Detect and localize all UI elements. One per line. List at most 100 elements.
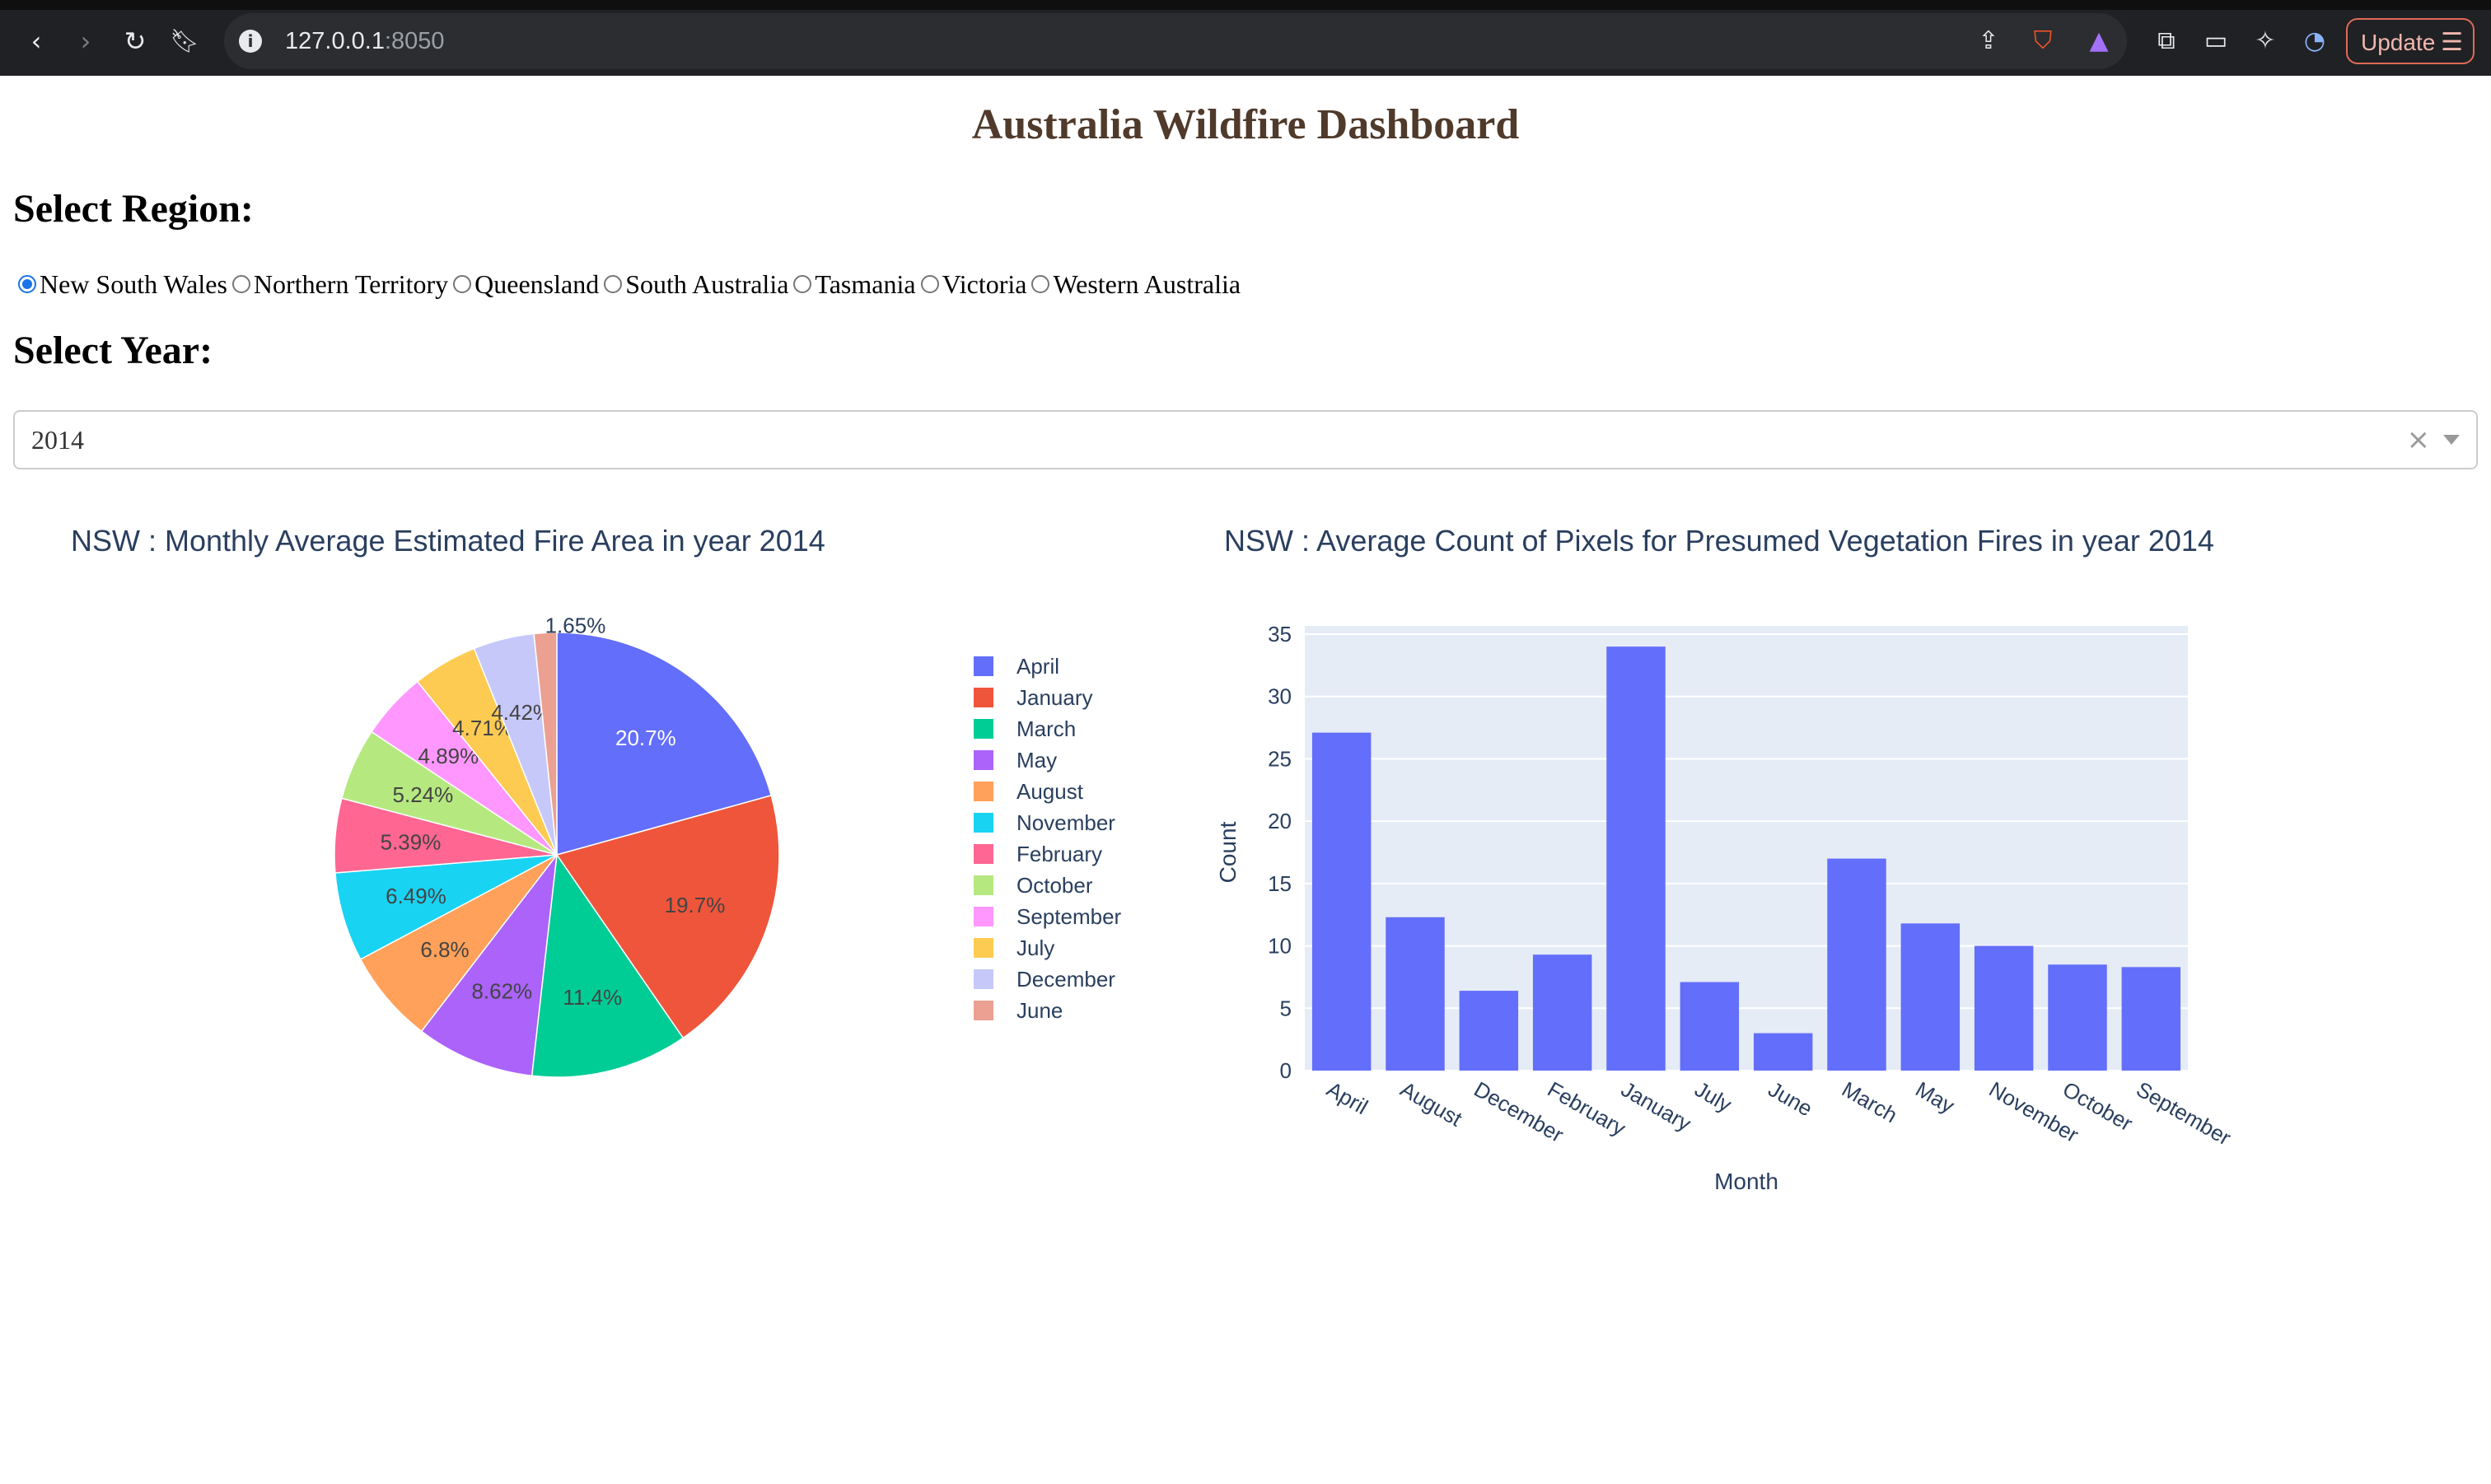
pie-data-label: 1.65% bbox=[545, 613, 606, 637]
radio-button[interactable] bbox=[1031, 275, 1050, 293]
region-option-label: Tasmania bbox=[815, 268, 916, 299]
pie-data-label: 20.7% bbox=[615, 726, 676, 750]
radio-button[interactable] bbox=[231, 275, 250, 293]
bar[interactable] bbox=[1974, 945, 2034, 1071]
profile-icon[interactable]: ◔ bbox=[2298, 25, 2331, 58]
pie-data-label: 5.24% bbox=[393, 782, 454, 807]
pie-data-label: 5.39% bbox=[381, 829, 442, 854]
radio-button[interactable] bbox=[920, 275, 939, 293]
legend-swatch[interactable] bbox=[974, 656, 993, 676]
x-tick-label: March bbox=[1838, 1076, 1902, 1127]
region-option-label: New South Wales bbox=[40, 268, 227, 299]
bar[interactable] bbox=[1532, 954, 1592, 1071]
year-heading: Select Year: bbox=[13, 329, 213, 372]
year-dropdown[interactable]: 2014 × bbox=[13, 410, 2478, 469]
back-icon[interactable]: ‹ bbox=[20, 25, 53, 58]
page-title: Australia Wildfire Dashboard bbox=[971, 101, 1520, 148]
legend-swatch[interactable] bbox=[974, 875, 993, 895]
legend-swatch[interactable] bbox=[974, 719, 993, 739]
legend-item[interactable]: June bbox=[1016, 998, 1063, 1023]
address-bar[interactable]: i 127.0.0.1:8050 ⇪ ⛉ ▲ bbox=[224, 13, 2127, 69]
region-radio-group: New South Wales Northern Territory Queensl… bbox=[18, 265, 1246, 303]
x-tick-label: September bbox=[2132, 1076, 2235, 1150]
radio-button[interactable] bbox=[453, 275, 472, 293]
legend-swatch[interactable] bbox=[974, 782, 993, 801]
site-info-icon[interactable]: i bbox=[239, 30, 262, 53]
bar[interactable] bbox=[1900, 923, 1961, 1071]
forward-icon[interactable]: › bbox=[69, 25, 102, 58]
brave-shield-icon[interactable]: ⛉ bbox=[2026, 25, 2059, 58]
menu-icon[interactable]: ☰ bbox=[2441, 20, 2463, 66]
x-tick-label: May bbox=[1911, 1076, 1959, 1118]
bar[interactable] bbox=[2121, 967, 2181, 1071]
bar[interactable] bbox=[1459, 991, 1519, 1071]
legend-item[interactable]: April bbox=[1016, 654, 1059, 679]
y-tick-label: 25 bbox=[1268, 746, 1292, 771]
leo-ai-icon[interactable]: ✧ bbox=[2249, 25, 2282, 58]
wallet-icon[interactable]: ▭ bbox=[2199, 25, 2232, 58]
legend-swatch[interactable] bbox=[974, 938, 993, 958]
pie-data-label: 11.4% bbox=[563, 985, 622, 1010]
bar[interactable] bbox=[1386, 917, 1445, 1071]
legend-swatch[interactable] bbox=[974, 813, 993, 833]
legend-item[interactable]: July bbox=[1016, 936, 1054, 960]
reload-icon[interactable]: ↻ bbox=[119, 25, 152, 58]
bar[interactable] bbox=[2048, 964, 2107, 1071]
region-option-label: Queensland bbox=[474, 268, 600, 299]
pie-data-label: 19.7% bbox=[665, 893, 726, 917]
legend-item[interactable]: November bbox=[1016, 810, 1115, 835]
bar[interactable] bbox=[1753, 1033, 1813, 1071]
radio-button[interactable] bbox=[604, 275, 623, 293]
chevron-down-icon[interactable] bbox=[2443, 435, 2460, 445]
legend-swatch[interactable] bbox=[974, 688, 993, 707]
legend-swatch[interactable] bbox=[974, 750, 993, 770]
bar[interactable] bbox=[1680, 982, 1740, 1071]
pie-data-label: 8.62% bbox=[471, 978, 532, 1003]
legend-item[interactable]: September bbox=[1016, 904, 1122, 929]
legend-item[interactable]: January bbox=[1016, 685, 1093, 710]
y-tick-label: 30 bbox=[1268, 684, 1292, 709]
radio-button[interactable] bbox=[18, 275, 36, 293]
region-option[interactable]: Queensland bbox=[453, 269, 599, 300]
region-option[interactable]: Tasmania bbox=[793, 268, 916, 300]
region-option[interactable]: Victoria bbox=[920, 269, 1026, 300]
pie-chart-title: NSW : Monthly Average Estimated Fire Are… bbox=[71, 524, 825, 558]
legend-item[interactable]: August bbox=[1016, 779, 1084, 804]
legend-swatch[interactable] bbox=[974, 1001, 993, 1020]
region-option[interactable]: Western Australia bbox=[1031, 269, 1241, 300]
pie-data-label: 6.8% bbox=[420, 937, 469, 962]
legend-swatch[interactable] bbox=[974, 844, 993, 864]
bar[interactable] bbox=[1311, 732, 1372, 1071]
year-dropdown-value: 2014 bbox=[31, 425, 84, 455]
x-axis-label: Month bbox=[1714, 1169, 1778, 1194]
y-tick-label: 20 bbox=[1268, 809, 1292, 833]
bar-chart-title: NSW : Average Count of Pixels for Presum… bbox=[1224, 524, 2214, 558]
radio-button[interactable] bbox=[793, 275, 812, 293]
bar[interactable] bbox=[1606, 646, 1666, 1071]
x-tick-label: July bbox=[1690, 1076, 1736, 1117]
legend-item[interactable]: March bbox=[1016, 716, 1076, 741]
region-option[interactable]: Northern Territory bbox=[231, 268, 449, 300]
share-icon[interactable]: ⇪ bbox=[1972, 25, 2005, 58]
legend-item[interactable]: October bbox=[1016, 873, 1093, 898]
region-option-label: Northern Territory bbox=[253, 268, 449, 299]
clear-icon[interactable]: × bbox=[2407, 423, 2431, 456]
extensions-icon[interactable]: ⧉ bbox=[2150, 25, 2183, 58]
x-tick-label: January bbox=[1617, 1076, 1695, 1136]
legend-swatch[interactable] bbox=[974, 907, 993, 926]
brave-rewards-icon[interactable]: ▲ bbox=[2082, 25, 2115, 58]
x-tick-label: June bbox=[1764, 1076, 1817, 1121]
pie-chart[interactable]: 20.7%19.7%11.4%8.62%6.8%6.49%5.39%5.24%4… bbox=[0, 568, 1186, 1194]
region-option[interactable]: New South Wales bbox=[18, 269, 227, 300]
bar[interactable] bbox=[1827, 858, 1886, 1071]
legend-item[interactable]: December bbox=[1016, 967, 1115, 992]
pie-data-label: 6.49% bbox=[386, 884, 446, 908]
bar-chart[interactable]: 05101520253035April August DecemberFebruar… bbox=[1203, 568, 2438, 1211]
region-option[interactable]: South Australia bbox=[604, 269, 788, 300]
legend-item[interactable]: May bbox=[1016, 748, 1057, 772]
legend-item[interactable]: February bbox=[1016, 842, 1102, 866]
bookmark-icon[interactable]: 🔖︎ bbox=[168, 25, 201, 58]
url-text[interactable]: 127.0.0.1:8050 bbox=[285, 26, 445, 56]
update-button[interactable]: Update ☰ bbox=[2346, 18, 2475, 64]
legend-swatch[interactable] bbox=[974, 969, 993, 989]
